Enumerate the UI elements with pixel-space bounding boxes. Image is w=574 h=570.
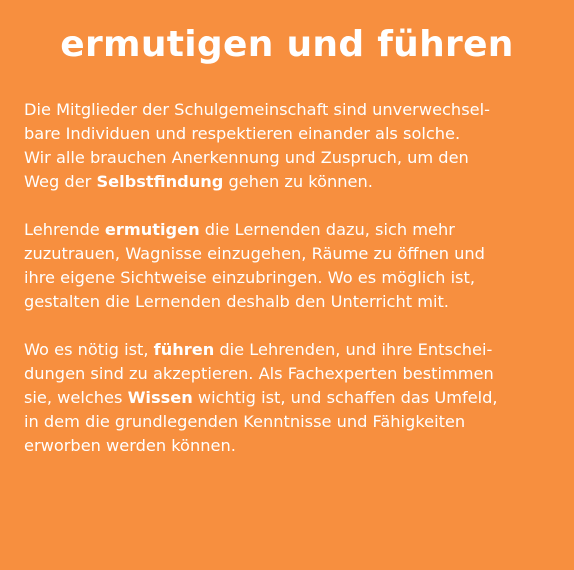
text-line: Wo es nötig ist, führen die Lehrenden, u…	[24, 338, 569, 362]
text-line: in dem die grundlegenden Kenntnisse und …	[24, 410, 569, 434]
paragraph: Wo es nötig ist, führen die Lehrenden, u…	[24, 338, 569, 458]
emphasized-term: ermutigen	[104, 220, 200, 239]
text-line: zuzutrauen, Wagnisse einzugehen, Räume z…	[24, 242, 569, 266]
paragraph: Die Mitglieder der Schulgemeinschaft sin…	[24, 98, 569, 194]
body-text: Die Mitglieder der Schulgemeinschaft sin…	[24, 98, 569, 482]
text-line: ihre eigene Sichtweise einzubringen. Wo …	[24, 266, 569, 290]
text-segment: gestalten die Lernenden deshalb den Unte…	[24, 292, 449, 311]
text-segment: ihre eigene Sichtweise einzubringen. Wo …	[24, 268, 475, 287]
text-segment: erworben werden können.	[24, 436, 236, 455]
text-segment: Wir alle brauchen Anerkennung und Zuspru…	[24, 148, 469, 167]
text-segment: die Lernenden dazu, sich mehr	[199, 220, 455, 239]
text-segment: Weg der	[24, 172, 97, 191]
text-segment: Lehrende	[24, 220, 105, 239]
text-segment: die Lehrenden, und ihre Entschei-	[214, 340, 493, 359]
text-segment: gehen zu können.	[223, 172, 373, 191]
text-line: bare Individuen und respektieren einande…	[24, 122, 569, 146]
text-line: dungen sind zu akzeptieren. Als Fachexpe…	[24, 362, 569, 386]
text-line: Weg der Selbstfindung gehen zu können.	[24, 170, 569, 194]
text-segment: in dem die grundlegenden Kenntnisse und …	[24, 412, 466, 431]
paragraph: Lehrende ermutigen die Lernenden dazu, s…	[24, 218, 569, 314]
text-segment: sie, welches	[24, 388, 128, 407]
text-segment: Wo es nötig ist,	[24, 340, 154, 359]
text-segment: wichtig ist, und schaffen das Umfeld,	[192, 388, 498, 407]
text-line: sie, welches Wissen wichtig ist, und sch…	[24, 386, 569, 410]
text-line: gestalten die Lernenden deshalb den Unte…	[24, 290, 569, 314]
emphasized-term: führen	[153, 340, 215, 359]
emphasized-term: Wissen	[127, 388, 193, 407]
text-line: Wir alle brauchen Anerkennung und Zuspru…	[24, 146, 569, 170]
emphasized-term: Selbstfindung	[96, 172, 224, 191]
page-title: ermutigen und führen	[60, 24, 514, 65]
text-line: Die Mitglieder der Schulgemeinschaft sin…	[24, 98, 569, 122]
text-segment: zuzutrauen, Wagnisse einzugehen, Räume z…	[24, 244, 485, 263]
text-segment: Die Mitglieder der Schulgemeinschaft sin…	[24, 100, 490, 119]
text-line: Lehrende ermutigen die Lernenden dazu, s…	[24, 218, 569, 242]
text-segment: dungen sind zu akzeptieren. Als Fachexpe…	[24, 364, 494, 383]
text-segment: bare Individuen und respektieren einande…	[24, 124, 461, 143]
text-line: erworben werden können.	[24, 434, 569, 458]
